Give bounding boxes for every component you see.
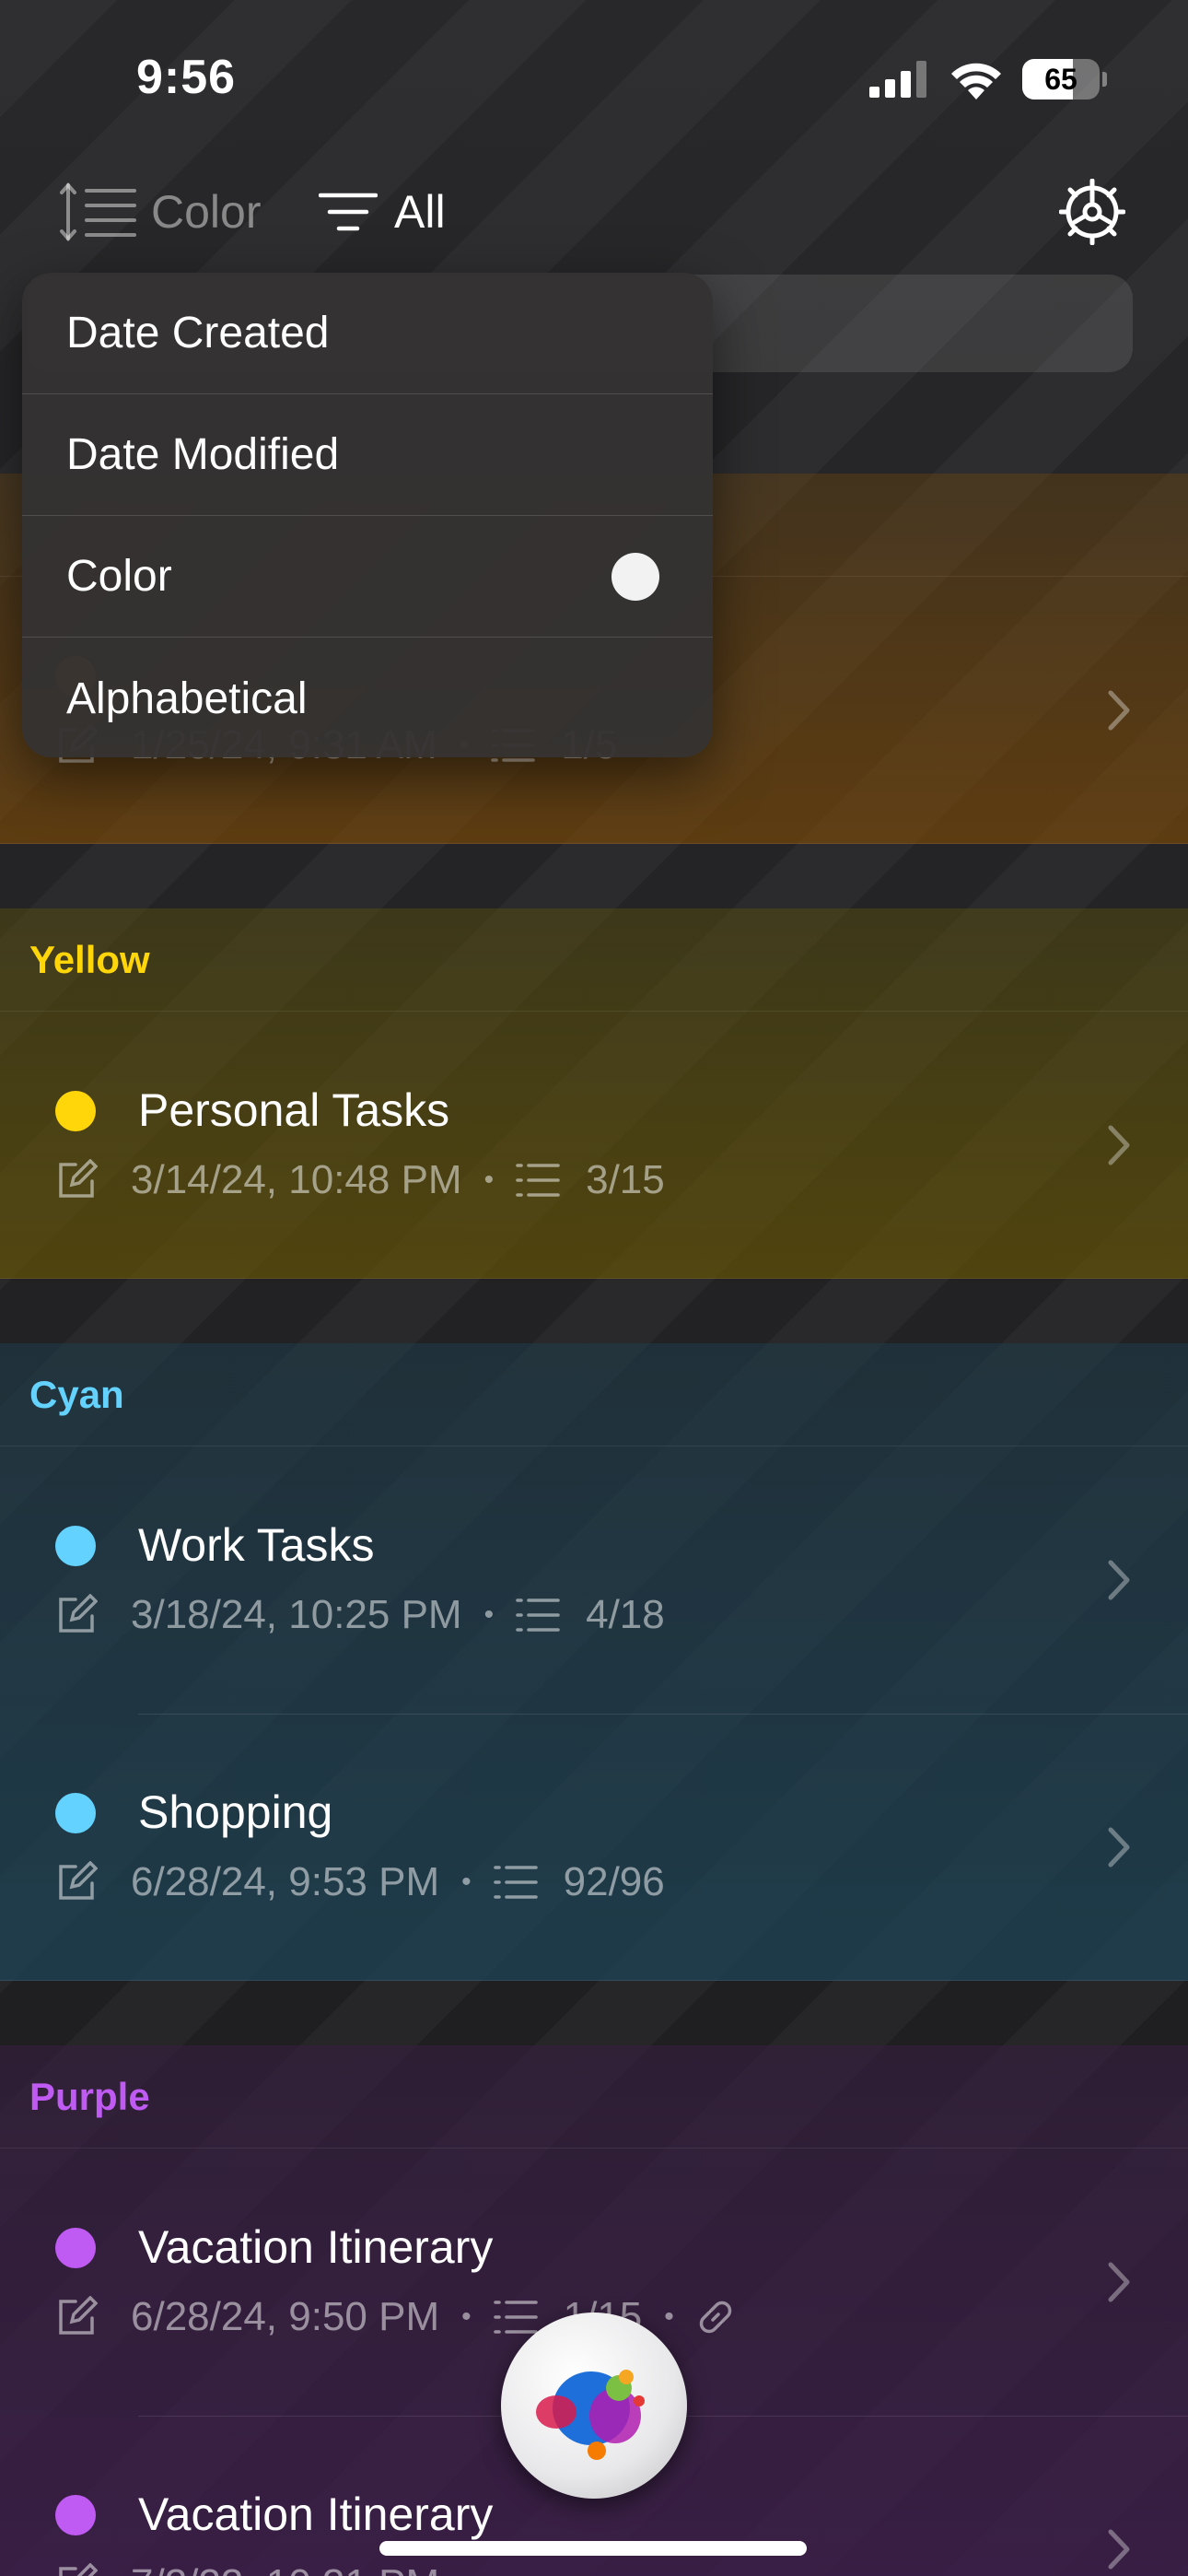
section-cyan: Cyan Work Tasks 3/18/24, 10:25 PM • 4/18… (0, 1343, 1188, 1981)
list-meta: 3/18/24, 10:25 PM • 4/18 (55, 1592, 665, 1638)
list-icon (516, 1598, 560, 1632)
color-dot (55, 1091, 96, 1131)
list-meta: 6/28/24, 9:53 PM • 92/96 (55, 1859, 665, 1905)
sort-option-alphabetical[interactable]: Alphabetical (22, 638, 713, 757)
list-title: Vacation Itinerary (138, 2488, 494, 2540)
chevron-right-icon (1108, 1125, 1130, 1165)
sort-option-date-created[interactable]: Date Created (22, 273, 713, 394)
list-row[interactable]: Personal Tasks 3/14/24, 10:48 PM • 3/15 (0, 1012, 1188, 1279)
color-dot (55, 1526, 96, 1566)
list-meta: 7/2/23, 10:31 PM (55, 2561, 439, 2576)
color-dot (55, 1793, 96, 1833)
filter-label: All (394, 186, 446, 238)
list-date: 7/2/23, 10:31 PM (131, 2561, 439, 2576)
cellular-signal-icon (869, 61, 926, 98)
battery-icon: 65 (1022, 59, 1107, 100)
list-row[interactable]: Work Tasks 3/18/24, 10:25 PM • 4/18 (0, 1446, 1188, 1715)
separator-dot: • (483, 1165, 495, 1195)
assistant-button[interactable] (501, 2313, 687, 2499)
color-dot (55, 2495, 96, 2535)
filter-lines-icon (319, 193, 378, 231)
section-header-yellow: Yellow (0, 908, 1188, 1012)
section-yellow: Yellow Personal Tasks 3/14/24, 10:48 PM … (0, 908, 1188, 1279)
list-meta: 3/14/24, 10:48 PM • 3/15 (55, 1157, 665, 1203)
color-dot (55, 2228, 96, 2268)
status-time: 9:56 (136, 51, 237, 104)
separator-dot: • (483, 1599, 495, 1630)
list-title: Personal Tasks (138, 1084, 450, 1136)
sort-option-color[interactable]: Color (22, 516, 713, 638)
edit-square-icon (59, 1594, 98, 1633)
list-date: 6/28/24, 9:50 PM (131, 2294, 440, 2339)
sort-label: Color (151, 186, 262, 238)
sort-button[interactable]: Color (59, 177, 261, 247)
filter-button[interactable]: All (319, 177, 446, 247)
edit-square-icon (59, 2296, 98, 2335)
list-icon (493, 1866, 538, 1899)
chevron-right-icon (1108, 690, 1130, 731)
assistant-logo-icon (536, 2370, 645, 2460)
separator-dot: • (461, 2301, 472, 2332)
wifi-icon (951, 63, 1001, 100)
list-date: 3/18/24, 10:25 PM (131, 1592, 462, 1637)
list-title: Shopping (138, 1786, 333, 1838)
list-count: 3/15 (586, 1157, 665, 1202)
chevron-right-icon (1108, 2529, 1130, 2570)
sort-lines-icon (60, 181, 136, 242)
list-date: 6/28/24, 9:53 PM (131, 1859, 440, 1904)
sort-menu: Date Created Date Modified Color Alphabe… (22, 273, 713, 757)
selected-indicator-icon (611, 553, 659, 601)
list-date: 3/14/24, 10:48 PM (131, 1157, 462, 1202)
toolbar: Color All (0, 166, 1188, 258)
edit-square-icon (59, 2563, 98, 2576)
section-header-purple: Purple (0, 2045, 1188, 2149)
list-row[interactable]: Shopping 6/28/24, 9:53 PM • 92/96 (0, 1714, 1188, 1981)
edit-square-icon (59, 1159, 98, 1198)
chevron-right-icon (1108, 1560, 1130, 1600)
battery-percent: 65 (1044, 63, 1077, 96)
list-icon (516, 1164, 560, 1197)
status-bar: 9:56 65 (0, 0, 1188, 157)
link-icon (699, 2301, 732, 2334)
list-count: 4/18 (586, 1592, 665, 1637)
list-title: Vacation Itinerary (138, 2221, 494, 2273)
list-title: Work Tasks (138, 1519, 375, 1571)
sort-option-date-modified[interactable]: Date Modified (22, 394, 713, 516)
chevron-right-icon (1108, 2262, 1130, 2302)
list-count: 92/96 (563, 1859, 665, 1904)
gear-icon[interactable] (1059, 179, 1125, 245)
chevron-right-icon (1108, 1827, 1130, 1868)
home-indicator (379, 2541, 807, 2556)
section-header-cyan: Cyan (0, 1343, 1188, 1446)
edit-square-icon (59, 1861, 98, 1900)
separator-dot: • (461, 1867, 472, 1897)
